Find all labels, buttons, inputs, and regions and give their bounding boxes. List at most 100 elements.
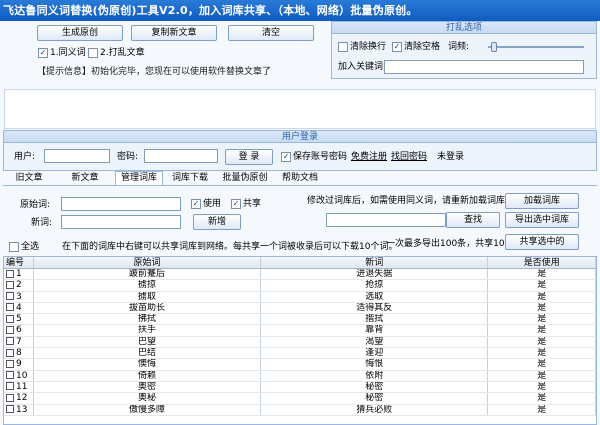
new-word-cell: 悔恨: [261, 359, 489, 370]
original-word-cell: 奥密: [34, 381, 262, 393]
row-checkbox[interactable]: [6, 348, 14, 357]
row-number-cell: 5: [4, 314, 34, 325]
row-number: 6: [16, 325, 22, 336]
tab-new-article[interactable]: 新文章: [57, 172, 113, 185]
original-word-label: 原始词:: [20, 200, 51, 210]
row-checkbox[interactable]: [6, 382, 14, 391]
clear-newline-checkbox[interactable]: [338, 42, 348, 52]
table-row[interactable]: 3 掳取 选取是: [4, 291, 596, 303]
original-word-cell: 掳掠: [34, 280, 262, 291]
row-checkbox[interactable]: [6, 359, 14, 368]
original-word-input[interactable]: [61, 197, 181, 211]
new-word-cell: 猜兵必败: [261, 404, 489, 415]
tab-batch-rewrite[interactable]: 批量伪原创: [217, 172, 273, 185]
password-label: 密码:: [117, 152, 139, 162]
used-cell: 是: [488, 359, 596, 370]
used-cell: 是: [488, 336, 596, 348]
copy-article-button[interactable]: 复制新文章: [131, 25, 217, 41]
row-number: 2: [16, 280, 22, 291]
row-number-cell: 11: [4, 381, 34, 393]
row-number-cell: 1: [4, 269, 34, 280]
register-link[interactable]: 免费注册: [351, 151, 387, 163]
column-header-num[interactable]: 编号: [4, 257, 34, 268]
table-row[interactable]: 13 傲慢多障 猜兵必败是: [4, 404, 596, 416]
row-checkbox[interactable]: [6, 325, 14, 334]
tab-help[interactable]: 帮助文档: [276, 172, 324, 185]
original-word-cell: 巴结: [34, 348, 262, 359]
main-window: 飞达鲁同义词替换(伪原创)工具V2.0，加入词库共享、（本地、网络）批量伪原创。…: [0, 0, 600, 425]
export-selected-button[interactable]: 导出选中词库: [505, 212, 579, 228]
share-selected-button[interactable]: 共享选中的: [505, 234, 579, 250]
save-password-checkbox[interactable]: [281, 152, 291, 162]
row-number-cell: 13: [4, 404, 34, 415]
table-row[interactable]: 2 掳掠 抢掠是: [4, 280, 596, 292]
shuffle-checkbox[interactable]: [88, 48, 98, 58]
row-checkbox[interactable]: [6, 314, 14, 323]
user-label: 用户:: [14, 152, 36, 162]
table-row[interactable]: 8 巴结 逢迎是: [4, 348, 596, 360]
column-header-new[interactable]: 新词: [261, 257, 489, 268]
row-checkbox[interactable]: [6, 269, 14, 278]
share-label: 共享: [243, 199, 262, 209]
row-checkbox[interactable]: [6, 303, 14, 312]
share-checkbox[interactable]: [231, 199, 241, 209]
used-cell: 是: [488, 404, 596, 415]
row-number-cell: 6: [4, 325, 34, 336]
row-number-cell: 4: [4, 302, 34, 314]
tab-library-download[interactable]: 词库下载: [166, 172, 214, 185]
new-word-input[interactable]: [61, 215, 181, 229]
table-row[interactable]: 10 倚赖 依附是: [4, 370, 596, 382]
use-label: 使用: [203, 199, 222, 209]
row-checkbox[interactable]: [6, 393, 14, 402]
recover-password-link[interactable]: 找回密码: [391, 151, 427, 163]
table-row[interactable]: 5 拂拭 揩拭是: [4, 314, 596, 326]
table-row[interactable]: 6 扶手 靠背是: [4, 325, 596, 337]
select-all-label: 全选: [21, 242, 40, 252]
row-checkbox[interactable]: [6, 337, 14, 346]
table-row[interactable]: 1 跛前蹇后 进退失据是: [4, 269, 596, 281]
used-cell: 是: [488, 302, 596, 314]
column-header-original[interactable]: 原始词: [34, 257, 262, 268]
new-word-cell: 选取: [261, 291, 489, 302]
frequency-slider[interactable]: [491, 42, 497, 52]
new-word-cell: 揩拭: [261, 314, 489, 325]
password-input[interactable]: [144, 149, 218, 163]
shuffle-label: 2.打乱文章: [100, 48, 145, 58]
table-row[interactable]: 9 懊悔 悔恨是: [4, 359, 596, 371]
row-checkbox[interactable]: [6, 405, 14, 414]
used-cell: 是: [488, 325, 596, 336]
table-row[interactable]: 11 奥密 秘密是: [4, 381, 596, 394]
save-password-label: 保存账号密码: [293, 152, 348, 162]
clear-button[interactable]: 清空: [228, 25, 314, 41]
login-button[interactable]: 登 录: [225, 149, 273, 165]
keyword-input[interactable]: [384, 60, 584, 74]
generate-button[interactable]: 生成原创: [37, 25, 123, 41]
row-number-cell: 12: [4, 393, 34, 404]
original-word-cell: 掳取: [34, 291, 262, 302]
tab-old-article[interactable]: 旧文章: [4, 172, 54, 185]
keyword-label: 加入关键词: [338, 62, 384, 72]
table-row[interactable]: 4 拔苗助长 适得其反是: [4, 302, 596, 315]
row-number: 1: [16, 269, 22, 279]
article-textarea[interactable]: [4, 89, 596, 129]
row-number: 5: [16, 314, 22, 325]
user-input[interactable]: [44, 149, 110, 163]
search-button[interactable]: 查找: [446, 212, 500, 228]
row-checkbox[interactable]: [6, 292, 14, 301]
table-row[interactable]: 7 巴望 渴望是: [4, 336, 596, 349]
load-library-button[interactable]: 加载词库: [505, 193, 579, 209]
column-header-used[interactable]: 是否使用: [488, 257, 596, 268]
row-number: 12: [16, 393, 28, 404]
used-cell: 是: [488, 291, 596, 302]
add-button[interactable]: 新增: [193, 214, 241, 230]
search-input[interactable]: [326, 213, 446, 227]
clear-space-checkbox[interactable]: [392, 42, 402, 52]
tab-manage-library[interactable]: 管理词库: [115, 171, 163, 185]
select-all-checkbox[interactable]: [9, 242, 19, 252]
row-number: 4: [16, 302, 22, 313]
table-row[interactable]: 12 奥秘 秘密是: [4, 393, 596, 405]
synonym-checkbox[interactable]: [38, 48, 48, 58]
row-checkbox[interactable]: [6, 371, 14, 380]
row-checkbox[interactable]: [6, 280, 14, 289]
use-checkbox[interactable]: [191, 199, 201, 209]
